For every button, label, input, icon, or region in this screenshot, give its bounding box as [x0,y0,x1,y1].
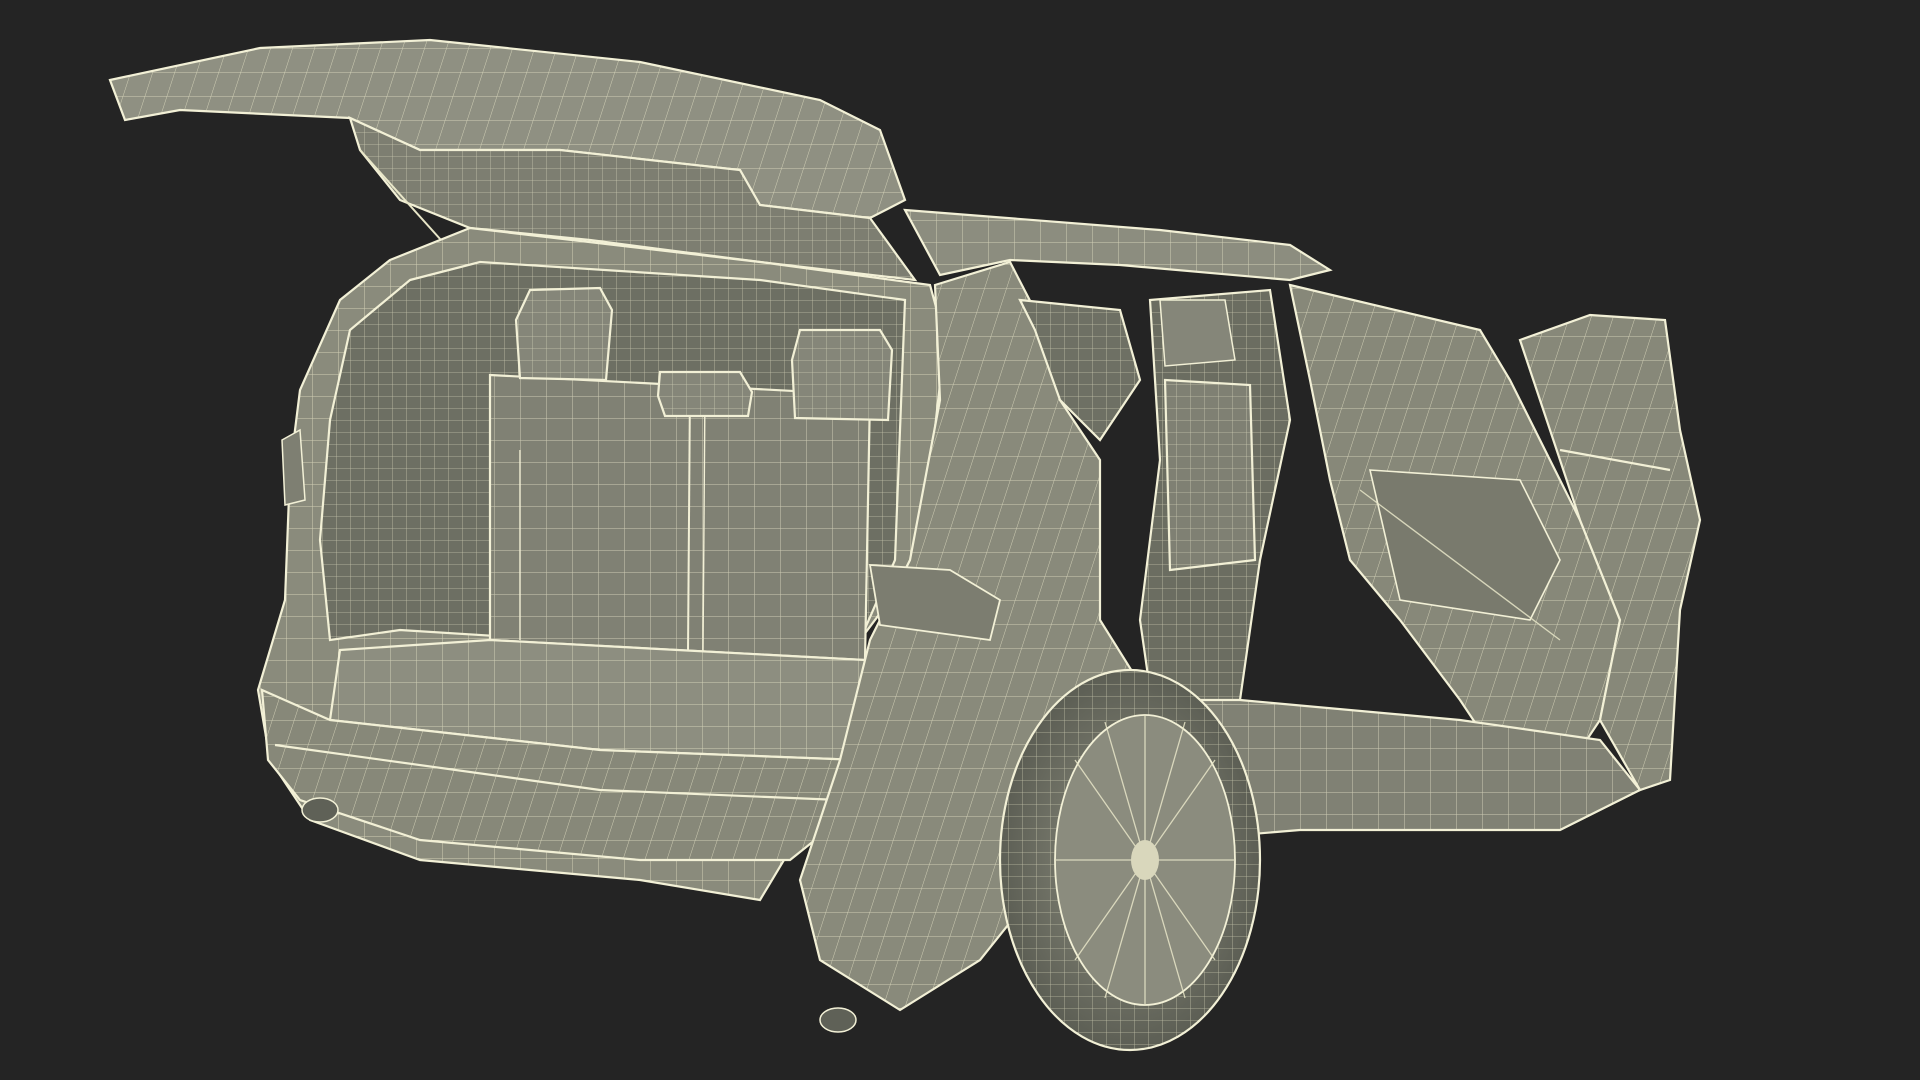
rear-wheel [998,668,1262,1052]
render-viewport [0,0,1920,1080]
suv-wireframe-model [108,38,1702,1052]
roof [903,208,1333,282]
